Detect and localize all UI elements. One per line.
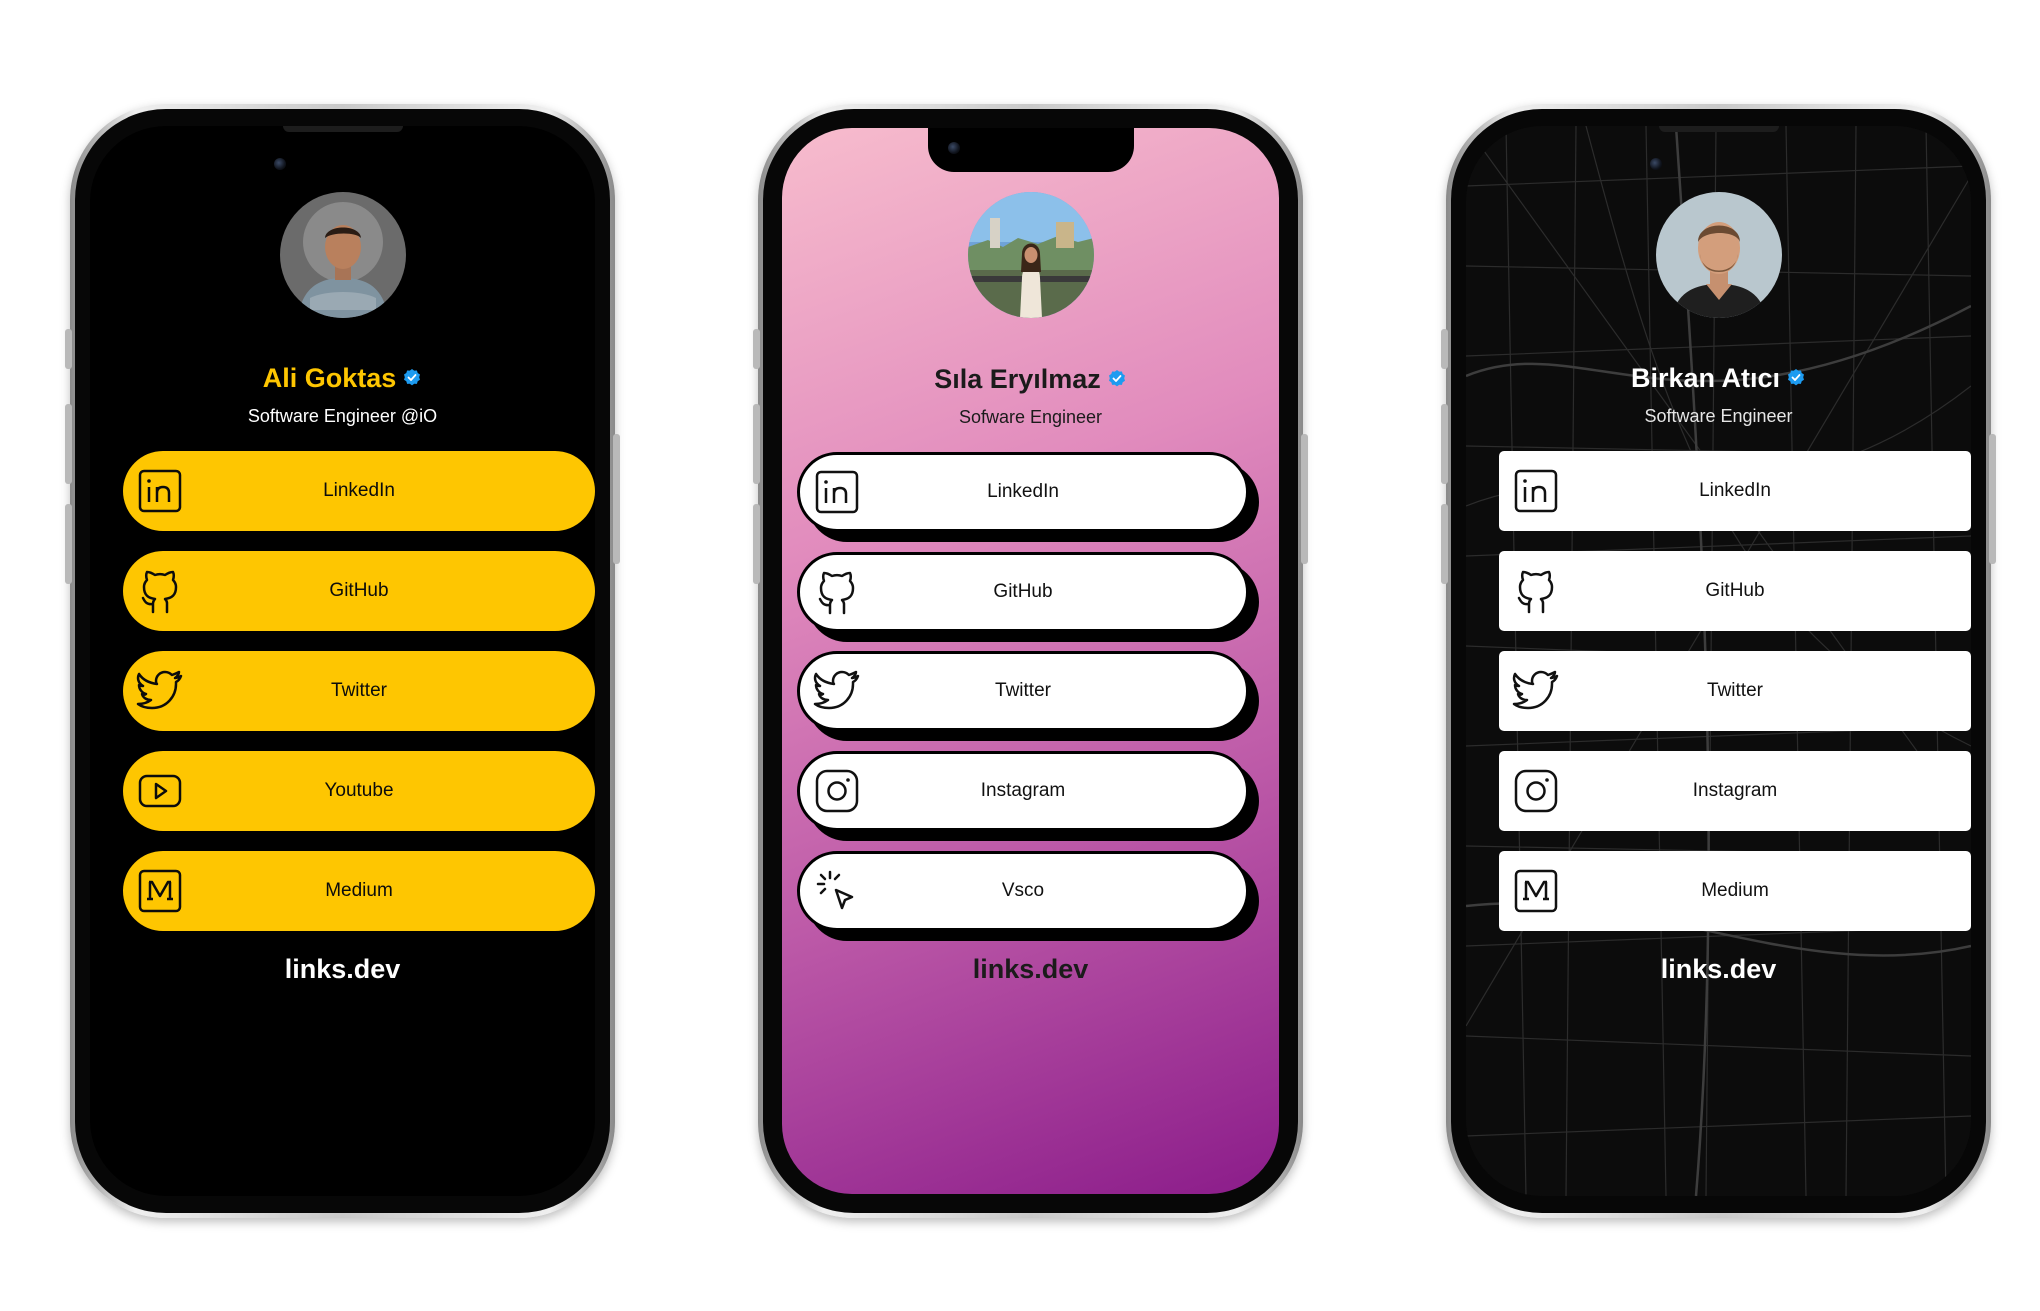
link-button-twitter[interactable]: Twitter: [1499, 651, 1971, 731]
link-button-instagram[interactable]: Instagram: [1499, 751, 1971, 831]
profile-name: Ali Goktas: [90, 363, 595, 394]
volume-up-button: [1441, 404, 1448, 484]
volume-down-button: [753, 504, 760, 584]
profile-name-text: Sıla Eryılmaz: [934, 364, 1101, 394]
profile-name: Birkan Atıcı: [1466, 363, 1971, 394]
footer-brand-link[interactable]: links.dev: [1466, 954, 1971, 985]
link-label: LinkedIn: [1699, 480, 1771, 501]
link-button-github[interactable]: GitHub: [797, 552, 1249, 632]
link-label: Medium: [1701, 880, 1769, 901]
phone-mockup-2: Sıla Eryılmaz Sofware Engineer LinkedIn …: [753, 104, 1308, 1218]
link-label: Instagram: [1692, 780, 1778, 801]
profile-subtitle: Software Engineer @iO: [247, 406, 438, 426]
link-button-vsco[interactable]: Vsco: [797, 851, 1249, 931]
profile-name: Sıla Eryılmaz: [782, 364, 1279, 395]
verified-badge-icon: [402, 368, 422, 388]
link-button-github[interactable]: GitHub: [1499, 551, 1971, 631]
link-label: Vsco: [1001, 880, 1045, 901]
mute-switch: [1441, 329, 1448, 369]
link-button-github[interactable]: GitHub: [123, 551, 595, 631]
phone-mockup-1: Ali Goktas Software Engineer @iO LinkedI…: [65, 104, 620, 1218]
link-button-twitter[interactable]: Twitter: [123, 651, 595, 731]
link-label: Twitter: [331, 680, 387, 701]
power-button: [1301, 434, 1308, 564]
front-camera: [274, 158, 286, 170]
link-button-twitter[interactable]: Twitter: [797, 651, 1249, 731]
front-camera: [1650, 158, 1662, 170]
avatar: [967, 192, 1094, 318]
speaker-grille: [282, 126, 403, 132]
phone-screen: Birkan Atıcı Software Engineer LinkedIn …: [1466, 126, 1971, 1196]
mute-switch: [753, 329, 760, 369]
profile-subtitle: Sofware Engineer: [958, 407, 1103, 427]
volume-down-button: [65, 504, 72, 584]
link-button-medium[interactable]: Medium: [123, 851, 595, 931]
link-button-linkedin[interactable]: LinkedIn: [123, 451, 595, 531]
link-button-linkedin[interactable]: LinkedIn: [797, 452, 1249, 532]
front-camera: [948, 142, 960, 154]
link-button-linkedin[interactable]: LinkedIn: [1499, 451, 1971, 531]
profile-subtitle: Software Engineer: [1644, 406, 1793, 426]
profile-name-text: Ali Goktas: [262, 363, 397, 393]
link-button-medium[interactable]: Medium: [1499, 851, 1971, 931]
link-label: Medium: [325, 880, 393, 901]
phone-screen: Sıla Eryılmaz Sofware Engineer LinkedIn …: [782, 128, 1279, 1194]
volume-up-button: [65, 404, 72, 484]
volume-down-button: [1441, 504, 1448, 584]
link-label: LinkedIn: [987, 481, 1059, 502]
verified-badge-icon: [1107, 369, 1127, 389]
footer-brand-link[interactable]: links.dev: [782, 954, 1279, 985]
verified-badge-icon: [1786, 368, 1806, 388]
phone-screen: Ali Goktas Software Engineer @iO LinkedI…: [90, 126, 595, 1196]
link-button-youtube[interactable]: Youtube: [123, 751, 595, 831]
profile-name-text: Birkan Atıcı: [1630, 363, 1781, 393]
footer-brand-link[interactable]: links.dev: [90, 954, 595, 985]
link-label: GitHub: [993, 581, 1053, 602]
link-label: Youtube: [324, 780, 394, 801]
power-button: [613, 434, 620, 564]
mute-switch: [65, 329, 72, 369]
link-label: Instagram: [980, 780, 1066, 801]
link-label: Twitter: [1707, 680, 1763, 701]
phone-mockup-3: Birkan Atıcı Software Engineer LinkedIn …: [1441, 104, 1996, 1218]
link-label: GitHub: [1705, 580, 1765, 601]
link-button-instagram[interactable]: Instagram: [797, 751, 1249, 831]
link-label: GitHub: [329, 580, 389, 601]
speaker-grille: [1658, 126, 1779, 132]
link-label: LinkedIn: [323, 480, 395, 501]
avatar: [279, 192, 406, 318]
power-button: [1989, 434, 1996, 564]
volume-up-button: [753, 404, 760, 484]
avatar: [1655, 192, 1782, 318]
link-label: Twitter: [995, 680, 1051, 701]
